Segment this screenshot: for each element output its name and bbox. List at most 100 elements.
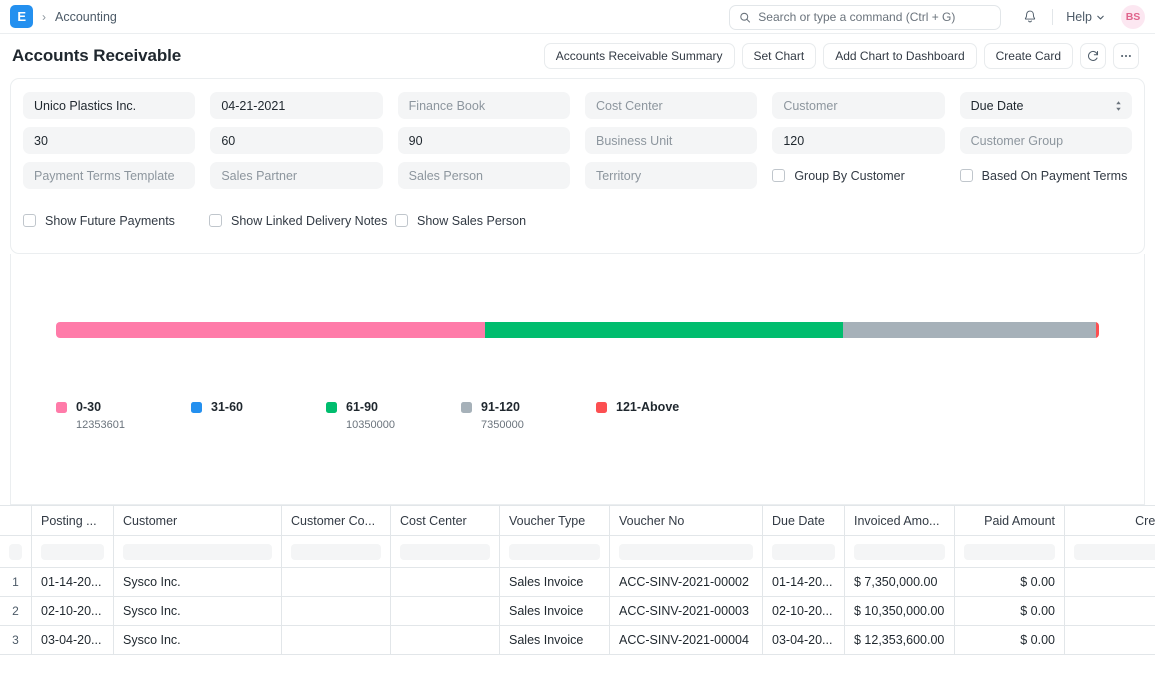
cell-voucher-no[interactable]: ACC-SINV-2021-00004 — [610, 626, 763, 654]
notifications-button[interactable] — [1017, 4, 1043, 30]
bar-segment-91-120[interactable] — [843, 322, 1095, 338]
paid-amount-column[interactable]: Paid Amount — [955, 506, 1065, 536]
cell-paid-amount[interactable]: $ 0.00 — [955, 626, 1065, 654]
row-index-column[interactable] — [0, 506, 32, 536]
cost-center-filter[interactable]: Cost Center — [585, 92, 757, 119]
cell-posting-date[interactable]: 02-10-20... — [32, 597, 114, 625]
due-date-column[interactable]: Due Date — [763, 506, 845, 536]
customer-column[interactable]: Customer — [114, 506, 282, 536]
payment-terms-template-filter[interactable]: Payment Terms Template — [23, 162, 195, 189]
cell-invoiced-amount[interactable]: $ 12,353,600.00 — [845, 626, 955, 654]
legend-item-31-60[interactable]: 31-60 — [191, 400, 326, 431]
customer-filter[interactable]: Customer — [772, 92, 944, 119]
invoiced-amount-filter-cell[interactable] — [845, 536, 955, 568]
cell-customer-contact[interactable] — [282, 626, 391, 654]
cell-customer[interactable]: Sysco Inc. — [114, 597, 282, 625]
cell-voucher-no[interactable]: ACC-SINV-2021-00003 — [610, 597, 763, 625]
show-linked-delivery-notes-checkbox[interactable]: Show Linked Delivery Notes — [209, 207, 395, 234]
column-filter-input[interactable] — [619, 544, 753, 560]
sales-partner-filter[interactable]: Sales Partner — [210, 162, 382, 189]
cell-voucher-type[interactable]: Sales Invoice — [500, 568, 610, 596]
cell-cost-center[interactable] — [391, 597, 500, 625]
search-box[interactable] — [729, 5, 1001, 30]
accounts-receivable-summary-button[interactable]: Accounts Receivable Summary — [544, 43, 735, 69]
cell-customer[interactable]: Sysco Inc. — [114, 626, 282, 654]
show-future-payments-checkbox[interactable]: Show Future Payments — [23, 207, 209, 234]
voucher-no-column[interactable]: Voucher No — [610, 506, 763, 536]
finance-book-filter[interactable]: Finance Book — [398, 92, 570, 119]
customer-contact-column[interactable]: Customer Co... — [282, 506, 391, 536]
add-chart-to-dashboard-button[interactable]: Add Chart to Dashboard — [823, 43, 976, 69]
help-dropdown[interactable]: Help — [1062, 8, 1109, 26]
table-row[interactable]: 101-14-20...Sysco Inc.Sales InvoiceACC-S… — [0, 568, 1155, 597]
show-linked-delivery-notes-checkbox-box[interactable] — [209, 214, 222, 227]
company-filter[interactable]: Unico Plastics Inc. — [23, 92, 195, 119]
table-filter-row[interactable] — [0, 536, 1155, 568]
voucher-type-filter-cell[interactable] — [500, 536, 610, 568]
bar-segment-0-30[interactable] — [56, 322, 485, 338]
column-filter-input[interactable] — [854, 544, 945, 560]
column-filter-input[interactable] — [772, 544, 835, 560]
create-card-button[interactable]: Create Card — [984, 43, 1073, 69]
cell-voucher-type[interactable]: Sales Invoice — [500, 626, 610, 654]
cell-credit-note[interactable] — [1065, 597, 1155, 625]
column-filter-input[interactable] — [509, 544, 600, 560]
column-filter-input[interactable] — [291, 544, 381, 560]
bar-segment-61-90[interactable] — [485, 322, 844, 338]
cell-due-date[interactable]: 03-04-20... — [763, 626, 845, 654]
posting-date-filter-cell[interactable] — [32, 536, 114, 568]
business-unit-filter[interactable]: Business Unit — [585, 127, 757, 154]
table-row[interactable]: 202-10-20...Sysco Inc.Sales InvoiceACC-S… — [0, 597, 1155, 626]
cell-due-date[interactable]: 01-14-20... — [763, 568, 845, 596]
more-options-button[interactable] — [1113, 43, 1139, 69]
credit-note-filter-cell[interactable] — [1065, 536, 1155, 568]
erpnext-logo-icon[interactable]: E — [10, 5, 33, 28]
voucher-type-column[interactable]: Voucher Type — [500, 506, 610, 536]
posting-date-column[interactable]: Posting ... — [32, 506, 114, 536]
posting-date-filter[interactable]: 04-21-2021 — [210, 92, 382, 119]
cell-due-date[interactable]: 02-10-20... — [763, 597, 845, 625]
customer-contact-filter-cell[interactable] — [282, 536, 391, 568]
cell-cost-center[interactable] — [391, 626, 500, 654]
legend-item-91-120[interactable]: 91-1207350000 — [461, 400, 596, 431]
customer-filter-cell[interactable] — [114, 536, 282, 568]
cell-invoiced-amount[interactable]: $ 7,350,000.00 — [845, 568, 955, 596]
cost-center-column[interactable]: Cost Center — [391, 506, 500, 536]
credit-note-column[interactable]: Credi — [1065, 506, 1155, 536]
based-on-payment-terms-checkbox-box[interactable] — [960, 169, 973, 182]
group-by-customer-checkbox[interactable]: Group By Customer — [772, 162, 944, 189]
cell-customer-contact[interactable] — [282, 568, 391, 596]
cell-paid-amount[interactable]: $ 0.00 — [955, 597, 1065, 625]
voucher-no-filter-cell[interactable] — [610, 536, 763, 568]
legend-item-121-Above[interactable]: 121-Above — [596, 400, 731, 431]
range-3-filter[interactable]: 90 — [398, 127, 570, 154]
column-filter-input[interactable] — [41, 544, 104, 560]
territory-filter[interactable]: Territory — [585, 162, 757, 189]
sales-person-filter[interactable]: Sales Person — [398, 162, 570, 189]
cost-center-filter-cell[interactable] — [391, 536, 500, 568]
column-filter-input[interactable] — [123, 544, 272, 560]
group-by-customer-checkbox-box[interactable] — [772, 169, 785, 182]
cell-cost-center[interactable] — [391, 568, 500, 596]
based-on-payment-terms-checkbox[interactable]: Based On Payment Terms — [960, 162, 1132, 189]
cell-paid-amount[interactable]: $ 0.00 — [955, 568, 1065, 596]
legend-item-61-90[interactable]: 61-9010350000 — [326, 400, 461, 431]
legend-item-0-30[interactable]: 0-3012353601 — [56, 400, 191, 431]
breadcrumb-accounting-link[interactable]: Accounting — [55, 10, 117, 24]
column-filter-input[interactable] — [400, 544, 490, 560]
range-4-filter[interactable]: 120 — [772, 127, 944, 154]
paid-amount-filter-cell[interactable] — [955, 536, 1065, 568]
user-avatar[interactable]: BS — [1121, 5, 1145, 29]
column-filter-input[interactable] — [9, 544, 22, 560]
cell-credit-note[interactable] — [1065, 626, 1155, 654]
row-index-filter-cell[interactable] — [0, 536, 32, 568]
cell-customer-contact[interactable] — [282, 597, 391, 625]
refresh-button[interactable] — [1080, 43, 1106, 69]
search-input[interactable] — [758, 10, 991, 24]
show-future-payments-checkbox-box[interactable] — [23, 214, 36, 227]
bar-segment-121-Above[interactable] — [1096, 322, 1099, 338]
cell-posting-date[interactable]: 01-14-20... — [32, 568, 114, 596]
customer-group-filter[interactable]: Customer Group — [960, 127, 1132, 154]
invoiced-amount-column[interactable]: Invoiced Amo... — [845, 506, 955, 536]
column-filter-input[interactable] — [1074, 544, 1155, 560]
